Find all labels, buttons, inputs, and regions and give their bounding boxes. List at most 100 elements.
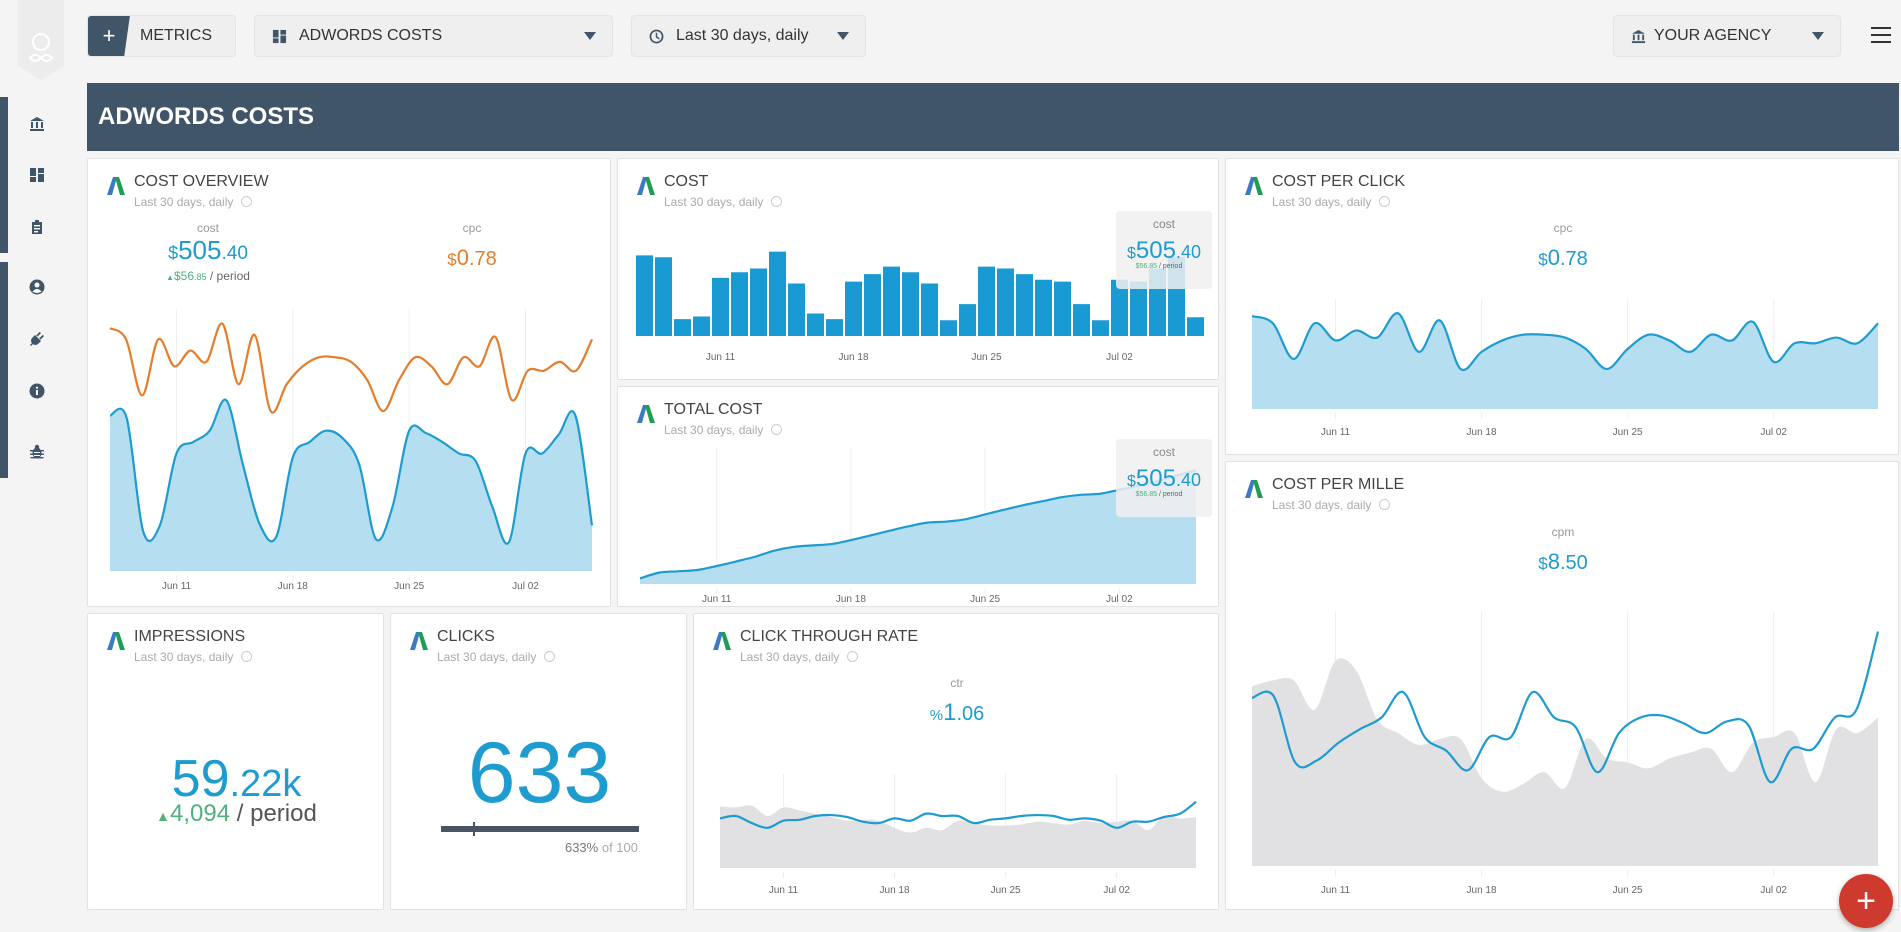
bar	[921, 283, 938, 336]
value-int: 505	[178, 235, 222, 265]
info-icon[interactable]	[544, 651, 556, 662]
date-range-value: Last 30 days, daily	[676, 27, 809, 44]
tooltip-value: $505.40	[1116, 237, 1212, 265]
card-title: COST OVERVIEW	[134, 173, 269, 190]
x-tick-label: Jun 11	[706, 352, 736, 363]
tooltip-label: cost	[1152, 217, 1175, 231]
x-tick-label: Jul 02	[512, 581, 539, 592]
date-range-select[interactable]: Last 30 days, daily	[631, 15, 866, 57]
bar	[693, 316, 710, 336]
value-tooltip: cost $505.40 $56.85 / period	[1116, 211, 1212, 289]
up-arrow-icon: ▲	[166, 273, 174, 282]
x-tick-label: Jun 11	[1321, 885, 1351, 896]
metric-value: $0.78	[1513, 245, 1613, 271]
clock-icon	[648, 28, 664, 44]
card-cost: COST Last 30 days, daily Jun 11 Jun 18 Jun…	[617, 158, 1219, 380]
card-title: COST PER MILLE	[1272, 476, 1405, 493]
card-title: CLICK THROUGH RATE	[740, 628, 919, 645]
metric-label-cpc: cpc	[462, 221, 482, 235]
x-tick-label: Jun 25	[971, 352, 1001, 363]
add-widget-fab-button[interactable]: +	[1839, 874, 1893, 928]
delta-int: $56	[174, 269, 195, 283]
info-icon[interactable]	[1379, 196, 1391, 207]
metrics-button-label: METRICS	[140, 27, 212, 44]
info-icon[interactable]	[241, 196, 253, 207]
app-logo[interactable]	[18, 0, 64, 80]
x-tick-label: Jul 02	[1106, 594, 1133, 605]
card-subtitle: Last 30 days, daily	[134, 650, 253, 664]
value-int: 1	[943, 699, 957, 726]
info-icon[interactable]	[241, 651, 253, 662]
agency-icon[interactable]	[28, 115, 46, 133]
bar	[997, 268, 1014, 336]
card-subtitle: Last 30 days, daily	[740, 650, 859, 664]
tooltip-value: $505.40	[1116, 465, 1212, 493]
card-title: COST	[664, 173, 709, 190]
value-dec: .40	[1175, 242, 1201, 262]
bar	[826, 319, 843, 336]
x-tick-label: Jun 18	[836, 594, 866, 605]
delta-suffix: / period	[1159, 491, 1183, 498]
metric-delta-cost: ▲$56.85 / period	[138, 269, 278, 283]
delta-suffix: / period	[209, 269, 250, 283]
x-tick-label: Jun 18	[1467, 427, 1497, 438]
currency-symbol: $	[1538, 554, 1548, 573]
x-tick-label: Jul 02	[1103, 885, 1130, 896]
date-range-label: Last 30 days, daily	[664, 423, 764, 437]
currency-symbol: $	[168, 243, 179, 263]
value-int: 0	[456, 245, 469, 270]
menu-icon[interactable]	[1871, 27, 1891, 43]
info-icon[interactable]	[771, 196, 783, 207]
bar	[1130, 281, 1147, 336]
card-subtitle: Last 30 days, daily	[134, 195, 253, 209]
currency-symbol: $	[1127, 245, 1136, 262]
metric-label-cost: cost	[196, 221, 219, 235]
bar	[883, 266, 900, 336]
cost-overview-chart: Jun 11 Jun 18 Jun 25 Jul 02	[109, 309, 594, 592]
info-icon[interactable]	[1379, 499, 1391, 510]
account-icon[interactable]	[28, 278, 46, 296]
bug-icon[interactable]	[28, 443, 46, 461]
card-cost-per-click: COST PER CLICK Last 30 days, daily cpc $…	[1225, 158, 1899, 455]
integrations-icon[interactable]	[28, 330, 46, 348]
agency-select[interactable]: YOUR AGENCY	[1613, 15, 1841, 57]
value-dec: .06	[956, 703, 985, 725]
x-tick-label: Jun 11	[702, 594, 732, 605]
reports-icon[interactable]	[28, 218, 46, 236]
delta-value: 4,094	[170, 800, 231, 827]
card-total-cost: TOTAL COST Last 30 days, daily Jun 11 Jun…	[617, 386, 1219, 607]
adwords-logo-icon	[107, 632, 125, 650]
goal-progress-text: 633% of 100	[565, 840, 638, 855]
cpc-line	[109, 322, 593, 414]
bar	[1073, 304, 1090, 336]
bar	[636, 255, 653, 336]
top-toolbar: + METRICS ADWORDS COSTS Last 30 days, da…	[87, 15, 1901, 57]
info-icon[interactable]	[847, 651, 859, 662]
bar	[788, 283, 805, 336]
x-tick-label: Jun 18	[278, 581, 308, 592]
dashboard-select[interactable]: ADWORDS COSTS	[254, 15, 613, 57]
bar	[1054, 281, 1071, 336]
info-icon[interactable]	[28, 382, 46, 400]
card-title: TOTAL COST	[664, 401, 763, 418]
bar	[978, 266, 995, 336]
x-tick-label: Jul 02	[1760, 885, 1787, 896]
info-icon[interactable]	[771, 424, 783, 435]
bar	[864, 274, 881, 336]
currency-symbol: $	[1127, 473, 1136, 490]
value-int: 505	[1135, 465, 1176, 492]
bar	[902, 272, 919, 336]
date-range-label: Last 30 days, daily	[1272, 498, 1372, 512]
chevron-down-icon	[1812, 32, 1824, 40]
bar	[807, 313, 824, 336]
sidebar-group-indicator	[0, 426, 8, 478]
total-cost-area	[640, 470, 1196, 584]
cpc-area-chart: Jun 11 Jun 18 Jun 25 Jul 02	[1251, 299, 1879, 438]
x-tick-label: Jun 25	[394, 581, 424, 592]
date-range-label: Last 30 days, daily	[134, 650, 234, 664]
dashboard-icon[interactable]	[28, 166, 46, 184]
add-metrics-button[interactable]: + METRICS	[87, 15, 236, 57]
x-tick-label: Jun 25	[1613, 427, 1643, 438]
chevron-down-icon	[837, 32, 849, 40]
delta-suffix: / period	[1159, 263, 1183, 270]
